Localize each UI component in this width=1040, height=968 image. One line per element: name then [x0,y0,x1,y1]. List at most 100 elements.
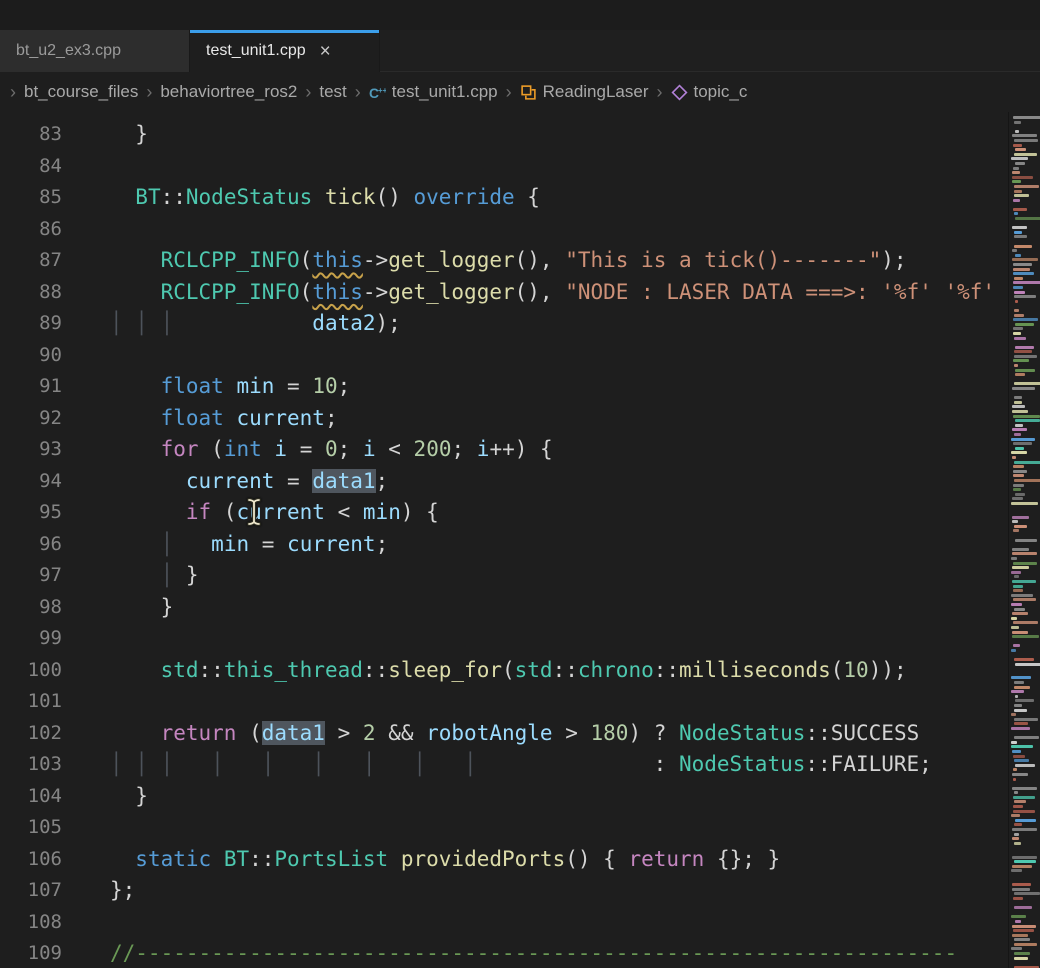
minimap-line [1013,199,1020,202]
breadcrumb-item-test[interactable]: test [319,82,346,102]
code-line-content[interactable]: current = data1; [110,466,388,498]
code-line-content[interactable]: │ } [110,560,199,592]
code-area[interactable]: 83 }8485 BT::NodeStatus tick() override … [0,112,1008,968]
line-number[interactable]: 97 [0,560,62,592]
line-number[interactable]: 98 [0,592,62,624]
minimap-line [1012,548,1029,551]
minimap-line [1013,778,1016,781]
code-line: 91 float min = 10; [0,371,1008,403]
code-line-content[interactable]: RCLCPP_INFO(this->get_logger(), "This is… [110,245,907,277]
line-number[interactable]: 85 [0,182,62,214]
line-number[interactable]: 106 [0,844,62,876]
line-number[interactable]: 104 [0,781,62,813]
line-number[interactable]: 100 [0,655,62,687]
line-number[interactable]: 107 [0,875,62,907]
minimap-line [1011,902,1038,905]
minimap-line [1012,612,1028,615]
minimap-line [1012,787,1036,790]
breadcrumb-item-bt-course-files[interactable]: bt_course_files [24,82,138,102]
minimap-line [1014,231,1022,234]
tab-bt-u2-ex3-cpp[interactable]: bt_u2_ex3.cpp [0,30,190,72]
line-number[interactable]: 99 [0,623,62,655]
code-token: = [287,437,325,461]
line-number[interactable]: 108 [0,907,62,939]
breadcrumb-item-topic-c[interactable]: topic_c [671,82,748,102]
line-number[interactable]: 105 [0,812,62,844]
code-line: 109 //-----------------------------------… [0,938,1008,968]
minimap-line [1012,226,1028,229]
code-line-content[interactable]: │ │ │ data2); [110,308,401,340]
code-token: () { [565,847,628,871]
minimap-line [1012,516,1030,519]
minimap-line [1015,419,1040,422]
minimap-line [1013,263,1032,266]
code-token [110,406,161,430]
code-line-content[interactable]: │ min = current; [110,529,388,561]
breadcrumb-item-readinglaser[interactable]: ReadingLaser [520,82,649,102]
code-token: ; [451,437,476,461]
code-line-content[interactable]: RCLCPP_INFO(this->get_logger(), "NODE : … [110,277,995,309]
line-number[interactable]: 93 [0,434,62,466]
code-line-content[interactable]: BT::NodeStatus tick() override { [110,182,540,214]
minimap-line [1014,906,1031,909]
code-line-content[interactable]: │ │ │ │ │ │ │ │ │ : NodeStatus::FAILURE; [110,749,932,781]
line-number[interactable]: 95 [0,497,62,529]
line-number[interactable]: 84 [0,151,62,183]
breadcrumb-item-behaviortree-ros2[interactable]: behaviortree_ros2 [160,82,297,102]
line-number[interactable]: 101 [0,686,62,718]
minimap-line [1012,456,1016,459]
code-token: 2 [363,721,376,745]
editor[interactable]: 83 }8485 BT::NodeStatus tick() override … [0,112,1040,968]
line-number[interactable]: 94 [0,466,62,498]
line-number[interactable]: 102 [0,718,62,750]
code-token [224,374,237,398]
code-line-content[interactable]: } [110,781,148,813]
minimap-line [1014,823,1022,826]
line-number[interactable]: 89 [0,308,62,340]
code-token: ( [300,248,313,272]
code-line-content[interactable]: float min = 10; [110,371,350,403]
minimap-line [1015,323,1034,326]
code-token: static [135,847,211,871]
code-line-content[interactable]: float current; [110,403,338,435]
line-number[interactable]: 109 [0,938,62,968]
code-line-content[interactable]: return (data1 > 2 && robotAngle > 180) ?… [110,718,919,750]
tab-test-unit1-cpp[interactable]: test_unit1.cpp× [190,30,380,72]
line-number[interactable]: 86 [0,214,62,246]
code-line-content[interactable]: //--------------------------------------… [110,938,957,968]
minimap-line [1013,116,1040,119]
code-line-content[interactable]: for (int i = 0; i < 200; i++) { [110,434,553,466]
line-number[interactable]: 96 [0,529,62,561]
minimap-line [1014,791,1018,794]
breadcrumb: › bt_course_files›behaviortree_ros2›test… [0,72,1040,112]
line-number[interactable]: 83 [0,119,62,151]
minimap-line [1014,833,1019,836]
code-line-content[interactable]: }; [110,875,135,907]
code-line-content[interactable]: } [110,119,148,151]
code-token: ) ? [628,721,679,745]
code-line-content[interactable]: } [110,592,173,624]
vscode-window: bt_u2_ex3.cpp test_unit1.cpp× › bt_course… [0,0,1040,968]
close-icon[interactable]: × [320,42,331,61]
line-number[interactable]: 103 [0,749,62,781]
minimap-line [1015,699,1035,702]
breadcrumb-item-test-unit1-cpp[interactable]: C++test_unit1.cpp [369,82,498,102]
code-token: ; [325,406,338,430]
line-number[interactable]: 90 [0,340,62,372]
line-number[interactable]: 88 [0,277,62,309]
minimap-line [1011,392,1038,395]
line-number[interactable]: 91 [0,371,62,403]
code-token [388,847,401,871]
code-line-content[interactable]: if (current < min) { [110,497,439,529]
code-line-content[interactable]: std::this_thread::sleep_for(std::chrono:… [110,655,907,687]
minimap-line [1011,341,1038,344]
line-number[interactable]: 87 [0,245,62,277]
minimap-line [1012,387,1035,390]
minimap-line [1014,121,1022,124]
code-line-content[interactable]: static BT::PortsList providedPorts() { r… [110,844,780,876]
minimap[interactable] [1008,112,1040,968]
code-line: 86 [0,214,1008,246]
tab-label: bt_u2_ex3.cpp [16,42,121,60]
minimap-line [1013,332,1021,335]
line-number[interactable]: 92 [0,403,62,435]
